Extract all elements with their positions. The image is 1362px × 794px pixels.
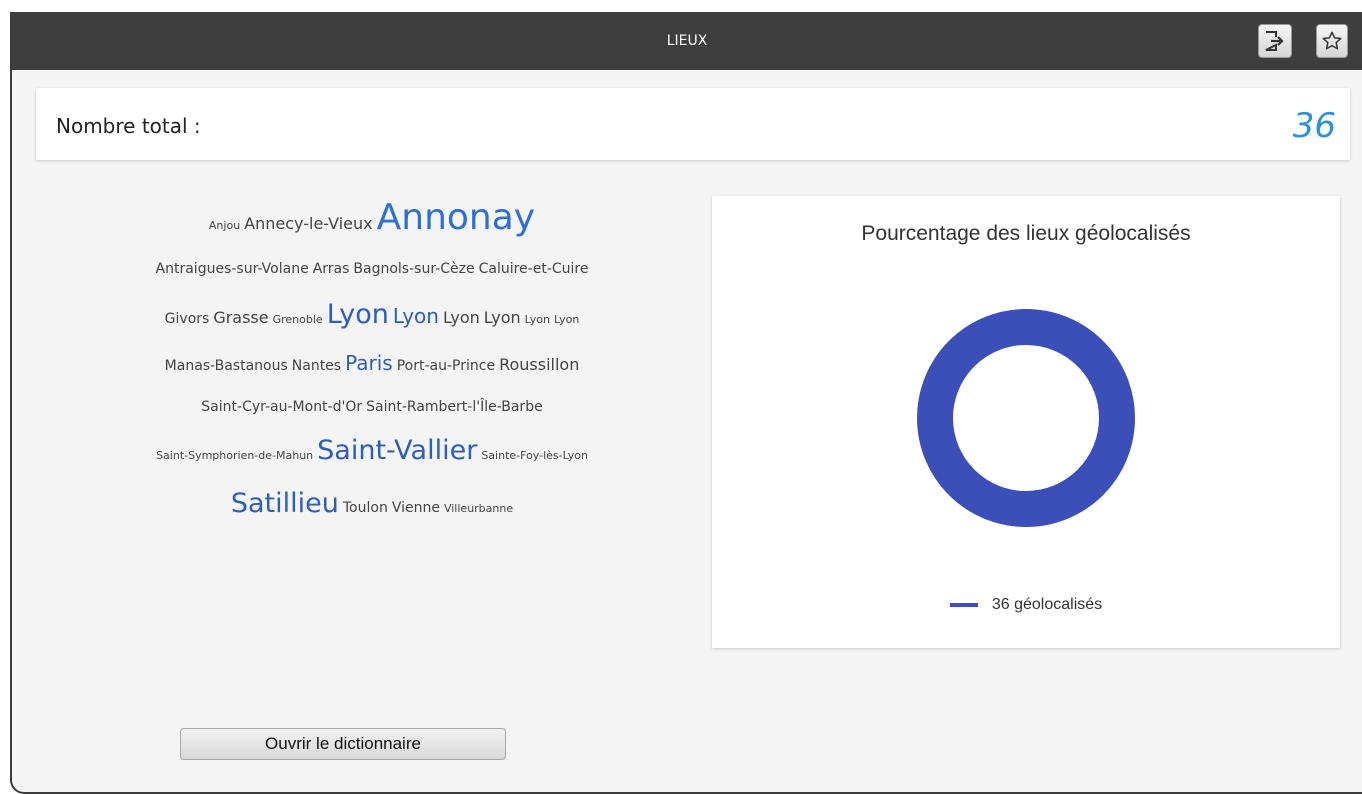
total-count-card: Nombre total : 36 <box>36 88 1350 160</box>
word-cloud-line: Antraigues-sur-Volane Arras Bagnols-sur-Cè… <box>52 246 692 290</box>
word-cloud-item[interactable]: Lyon <box>484 293 521 343</box>
word-cloud-line: Anjou Annecy-le-Vieux Annonay <box>52 190 692 246</box>
word-cloud-item[interactable]: Grenoble <box>273 295 323 345</box>
word-cloud-item[interactable]: Antraigues-sur-Volane <box>156 247 309 291</box>
word-cloud-item[interactable]: Givors <box>165 294 210 344</box>
donut-chart <box>917 309 1135 527</box>
word-cloud-item[interactable]: Nantes <box>292 343 341 389</box>
title-bar: LIEUX <box>12 12 1362 70</box>
word-cloud-item[interactable]: Satillieu <box>231 476 339 532</box>
word-cloud-item[interactable]: Port-au-Prince <box>397 343 495 389</box>
word-cloud-line: Saint-Cyr-au-Mont-d'Or Saint-Rambert-l'Îl… <box>52 386 692 426</box>
total-count-label: Nombre total : <box>56 114 201 138</box>
open-dictionary-button[interactable]: Ouvrir le dictionnaire <box>180 728 506 760</box>
word-cloud-item[interactable]: Saint-Cyr-au-Mont-d'Or <box>201 387 362 427</box>
word-cloud-item[interactable]: Lyon <box>443 293 480 343</box>
word-cloud-item[interactable]: Annonay <box>377 190 535 246</box>
word-cloud-item[interactable]: Sainte-Foy-lès-Lyon <box>481 431 588 481</box>
word-cloud-item[interactable]: Roussillon <box>499 342 579 388</box>
window-title: LIEUX <box>666 33 708 49</box>
word-cloud-item[interactable]: Arras <box>313 247 350 291</box>
word-cloud-item[interactable]: Saint-Vallier <box>317 426 477 476</box>
word-cloud-item[interactable]: Annecy-le-Vieux <box>244 196 372 252</box>
favorite-button[interactable] <box>1316 24 1348 58</box>
word-cloud-item[interactable]: Lyon <box>554 295 579 345</box>
legend-swatch <box>949 603 978 607</box>
geolocation-chart-card: Pourcentage des lieux géolocalisés 36 gé… <box>712 196 1340 648</box>
word-cloud-item[interactable]: Vienne <box>392 480 440 536</box>
total-count-value: 36 <box>1292 106 1336 146</box>
word-cloud-item[interactable]: Toulon <box>343 480 388 536</box>
word-cloud-line: Saint-Symphorien-de-Mahun Saint-Vallier Sa… <box>52 426 692 476</box>
chart-legend: 36 géolocalisés <box>712 596 1340 614</box>
export-button[interactable] <box>1258 24 1292 58</box>
word-cloud-line: Satillieu Toulon Vienne Villeurbanne <box>52 476 692 532</box>
word-cloud-item[interactable]: Caluire-et-Cuire <box>479 247 589 291</box>
word-cloud-item[interactable]: Lyon <box>327 290 389 340</box>
star-icon <box>1322 31 1342 50</box>
legend-label: 36 géolocalisés <box>991 596 1103 613</box>
places-panel: LIEUX Nombre total : 36 Anjou Annecy-le-V… <box>10 12 1362 794</box>
word-cloud-line: Givors Grasse Grenoble Lyon Lyon Lyon Lyon Lyon… <box>52 290 692 340</box>
word-cloud-item[interactable]: Grasse <box>213 293 268 343</box>
word-cloud-item[interactable]: Lyon <box>525 295 550 345</box>
word-cloud-item[interactable]: Saint-Symphorien-de-Mahun <box>156 431 313 481</box>
word-cloud-item[interactable]: Paris <box>345 340 393 386</box>
word-cloud-item[interactable]: Saint-Rambert-l'Île-Barbe <box>366 387 543 427</box>
export-icon <box>1265 31 1284 51</box>
word-cloud-item[interactable]: Bagnols-sur-Cèze <box>353 247 474 291</box>
places-word-cloud: Anjou Annecy-le-Vieux Annonay Antraigues-su… <box>52 190 692 532</box>
word-cloud-line: Manas-Bastanous Nantes Paris Port-au-Prince… <box>52 340 692 386</box>
donut-slice[interactable] <box>917 309 1135 527</box>
word-cloud-item[interactable]: Manas-Bastanous <box>165 343 288 389</box>
word-cloud-item[interactable]: Lyon <box>393 291 439 341</box>
word-cloud-item[interactable]: Villeurbanne <box>444 481 513 537</box>
